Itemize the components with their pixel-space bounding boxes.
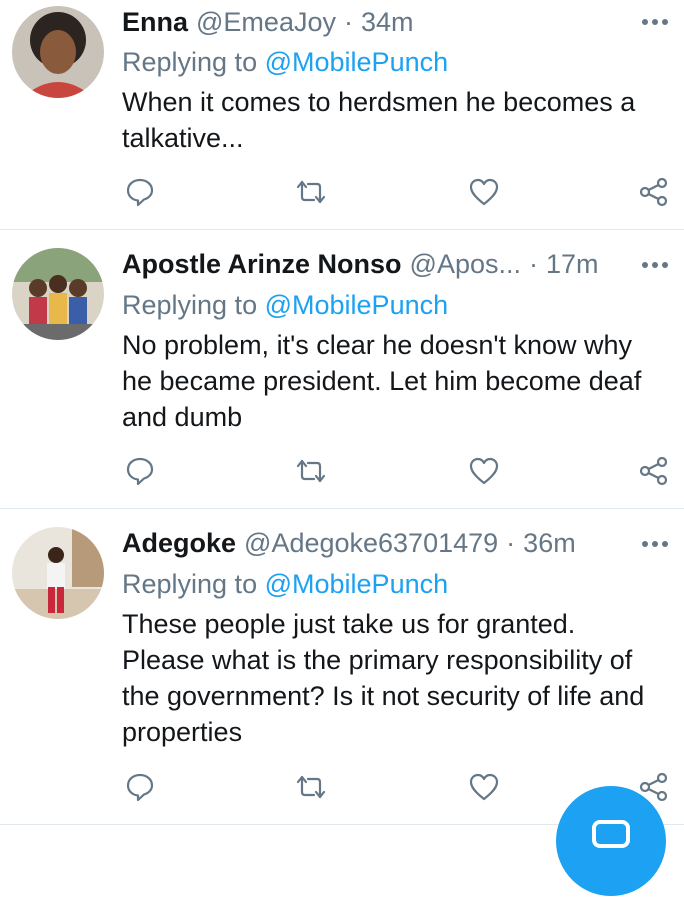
share-icon[interactable]	[634, 451, 674, 491]
more-dots-icon[interactable]	[640, 529, 670, 559]
tweet-text-line: Please what is the primary responsibilit…	[122, 645, 633, 675]
separator-dot: ·	[506, 528, 516, 558]
timestamp[interactable]: 34m	[361, 4, 414, 40]
tweet-text-line: talkative...	[122, 123, 244, 153]
replying-to: Replying to @MobilePunch	[122, 566, 448, 602]
tweet-actions	[0, 451, 684, 491]
tweet[interactable]: Enna @EmeaJoy · 34m Replying to @MobileP…	[0, 0, 684, 230]
heart-icon[interactable]	[464, 451, 504, 491]
tweet-text-line: These people just take us for granted.	[122, 609, 576, 639]
retweet-icon[interactable]	[291, 451, 331, 491]
tweet-text-line: and dumb	[122, 402, 243, 432]
user-handle[interactable]: @Apos...	[410, 246, 521, 282]
tweet-text-line: properties	[122, 717, 243, 747]
more-dots-icon[interactable]	[640, 250, 670, 280]
compose-icon	[592, 820, 630, 848]
tweet-text: No problem, it's clear he doesn't know w…	[122, 327, 672, 435]
display-name[interactable]: Adegoke	[122, 525, 236, 561]
user-handle[interactable]: @Adegoke63701479	[244, 525, 498, 561]
tweet-text-line: When it comes to herdsmen he becomes a	[122, 87, 636, 117]
display-name[interactable]: Apostle Arinze Nonso	[122, 246, 402, 282]
mention-link[interactable]: @MobilePunch	[265, 47, 449, 77]
tweet-actions	[0, 172, 684, 212]
replying-to: Replying to @MobilePunch	[122, 287, 448, 323]
tweet-text-line: No problem, it's clear he doesn't know w…	[122, 330, 633, 360]
reply-bubble-icon[interactable]	[120, 172, 160, 212]
more-dots-icon[interactable]	[640, 7, 670, 37]
mention-link[interactable]: @MobilePunch	[265, 290, 449, 320]
replying-to: Replying to @MobilePunch	[122, 44, 448, 80]
retweet-icon[interactable]	[291, 767, 331, 807]
mention-link[interactable]: @MobilePunch	[265, 569, 449, 599]
tweet[interactable]: Adegoke @Adegoke63701479 · 36m Replying …	[0, 509, 684, 831]
separator-dot: ·	[529, 249, 538, 279]
avatar[interactable]	[12, 527, 104, 619]
tweet-text-line: the government? Is it not security of li…	[122, 681, 645, 711]
display-name[interactable]: Enna	[122, 4, 188, 40]
reply-bubble-icon[interactable]	[120, 451, 160, 491]
retweet-icon[interactable]	[291, 172, 331, 212]
separator-dot: ·	[343, 7, 353, 37]
avatar[interactable]	[12, 248, 104, 340]
reply-bubble-icon[interactable]	[120, 767, 160, 807]
timestamp[interactable]: 36m	[523, 525, 576, 561]
share-icon[interactable]	[634, 172, 674, 212]
tweet-text: When it comes to herdsmen he becomes a t…	[122, 84, 672, 156]
avatar[interactable]	[12, 6, 104, 98]
replying-prefix: Replying to	[122, 569, 258, 599]
tweet-text: These people just take us for granted. P…	[122, 606, 672, 750]
replying-prefix: Replying to	[122, 290, 258, 320]
compose-button[interactable]	[556, 786, 666, 896]
user-handle[interactable]: @EmeaJoy	[196, 4, 336, 40]
tweet-text-line: he became president. Let him become deaf	[122, 366, 642, 396]
heart-icon[interactable]	[464, 172, 504, 212]
heart-icon[interactable]	[464, 767, 504, 807]
tweet[interactable]: Apostle Arinze Nonso @Apos... · 17m Repl…	[0, 230, 684, 508]
replying-prefix: Replying to	[122, 47, 258, 77]
timestamp[interactable]: 17m	[546, 246, 599, 282]
